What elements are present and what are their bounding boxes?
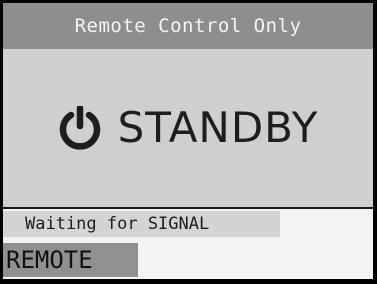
header-title: Remote Control Only bbox=[74, 15, 302, 37]
power-icon bbox=[59, 106, 100, 150]
remote-mode-label: REMOTE bbox=[3, 243, 138, 277]
display-screen: Remote Control Only STANDBY Waiting for … bbox=[0, 0, 377, 284]
status-panel: STANDBY bbox=[3, 49, 373, 207]
footer-panel: Waiting for SIGNAL REMOTE bbox=[3, 209, 373, 279]
standby-status: STANDBY bbox=[3, 99, 373, 157]
mode-header: Remote Control Only bbox=[3, 3, 373, 49]
standby-label: STANDBY bbox=[117, 103, 319, 152]
display-frame: Remote Control Only STANDBY Waiting for … bbox=[3, 3, 373, 279]
signal-status-text: Waiting for SIGNAL bbox=[3, 211, 280, 237]
